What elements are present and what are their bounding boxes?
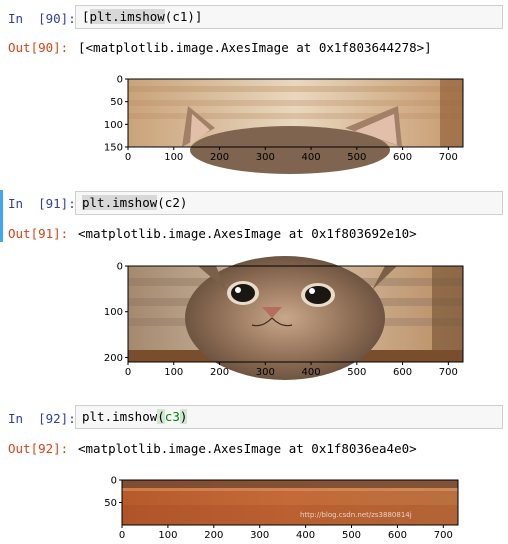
- plot-3-ytick-label: 50: [104, 498, 117, 509]
- plot-2-xtick-label: 700: [439, 367, 458, 378]
- plot-1-xtick-label: 600: [393, 152, 412, 163]
- plot-3-xtick-label: 400: [296, 530, 315, 541]
- plot-3-xtick-label: 300: [250, 530, 269, 541]
- plot-3-xtick-label: 200: [204, 530, 223, 541]
- plot-1-ytick-label: 100: [104, 120, 123, 131]
- plot-3-ytick-label: 0: [111, 476, 117, 487]
- plot-1: 0 100 200 300 400 500 600 700 0 50 100 150: [104, 75, 464, 174]
- plot-1-ytick-label: 150: [104, 143, 123, 154]
- plot-3-xtick-label: 600: [388, 530, 407, 541]
- plot-1-xtick-label: 100: [164, 152, 183, 163]
- plot-1-xtick-label: 200: [210, 152, 229, 163]
- plot-2-xtick-label: 300: [256, 367, 275, 378]
- plot-2-xtick-label: 600: [393, 367, 412, 378]
- plot-3: http://blog.csdn.net/zs3880814j 0 100 200 3…: [104, 476, 459, 541]
- plot-1-xtick-label: 0: [125, 152, 131, 163]
- plot-2-xtick-label: 200: [210, 367, 229, 378]
- plot-2-ytick-label: 200: [104, 353, 123, 364]
- plot-2-xtick-label: 0: [125, 367, 131, 378]
- plot-3-xtick-label: 0: [119, 530, 125, 541]
- plot-1-ytick-label: 0: [117, 75, 123, 86]
- plot-2-xtick-label: 100: [164, 367, 183, 378]
- plot-3-xtick-label: 500: [342, 530, 361, 541]
- plot-1-xtick-label: 700: [439, 152, 458, 163]
- plot-2: 0 100 200 300 400 500 600 700 0 100 200: [104, 256, 464, 380]
- plot-1-xtick-label: 500: [347, 152, 366, 163]
- plot-3-xtick-label: 700: [434, 530, 453, 541]
- plot-1-xtick-label: 300: [256, 152, 275, 163]
- plot-2-ytick-label: 0: [117, 262, 123, 273]
- plot-2-xtick-label: 400: [302, 367, 321, 378]
- plots-layer: 0 100 200 300 400 500 600 700050100150 0 100 200 3…: [104, 75, 464, 541]
- plot-2-xtick-label: 500: [347, 367, 366, 378]
- plot-2-ytick-label: 100: [104, 307, 123, 318]
- watermark-text: http://blog.csdn.net/zs3880814j: [300, 511, 412, 519]
- plot-1-xtick-label: 400: [302, 152, 321, 163]
- plot-3-xtick-label: 100: [158, 530, 177, 541]
- plot-1-ytick-label: 50: [110, 97, 123, 108]
